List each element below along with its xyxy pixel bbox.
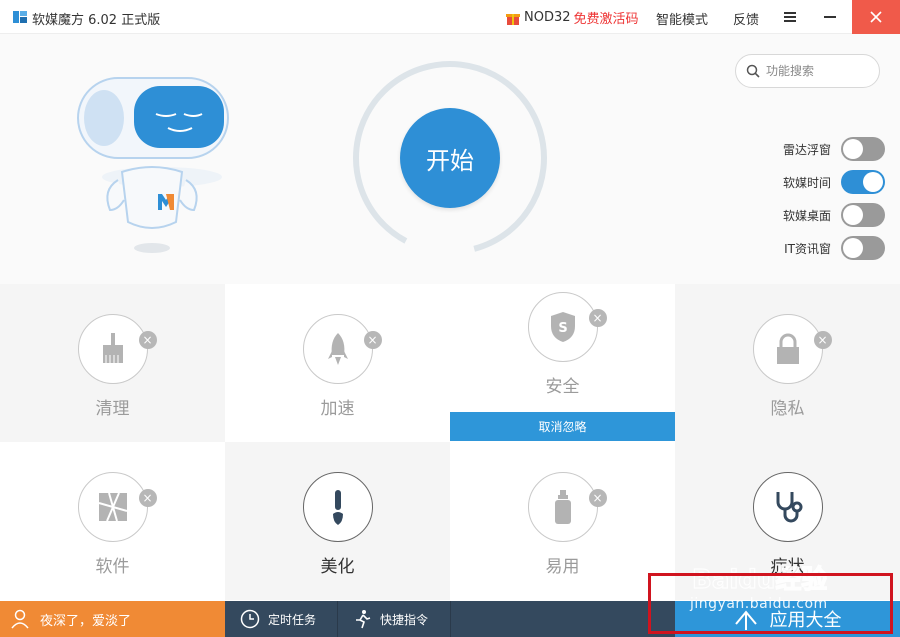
search-input[interactable] (766, 64, 866, 78)
mascot-robot-image (77, 77, 229, 253)
tile-speedup[interactable]: × 加速 (225, 284, 450, 442)
ignore-badge-icon[interactable]: × (363, 331, 382, 349)
rocket-icon (327, 333, 348, 365)
bottom-divider (450, 601, 451, 637)
toggle-label-itnews: IT资讯窗 (784, 241, 831, 256)
tile-privacy[interactable]: × 隐私 (675, 284, 900, 442)
tile-label: 安全 (545, 377, 580, 397)
svg-text:S: S (558, 321, 567, 336)
menu-icon[interactable] (773, 0, 807, 34)
tile-label: 症状 (770, 557, 805, 577)
toggle-row-time: 软媒时间 (760, 169, 885, 195)
start-button[interactable]: 开始 (400, 108, 500, 208)
tile-software[interactable]: × 软件 (0, 442, 225, 600)
ruanmei-time-toggle[interactable] (841, 170, 885, 194)
user-icon (11, 609, 29, 629)
tile-cleanup[interactable]: × 清理 (0, 284, 225, 442)
user-profile-button[interactable]: 夜深了，爱淡了 (0, 601, 225, 637)
function-search[interactable] (735, 54, 880, 88)
minimize-icon[interactable] (813, 0, 847, 34)
it-news-window-toggle[interactable] (841, 236, 885, 260)
toggle-row-radar: 雷达浮窗 (760, 136, 885, 162)
bottom-bar: 夜深了，爱淡了 定时任务 快捷指令 应用大全 (0, 601, 900, 637)
feedback-button[interactable]: 反馈 (733, 9, 759, 28)
toggle-label-time: 软媒时间 (782, 175, 831, 190)
nod32-promo-link[interactable]: NOD32 免费激活码 (505, 8, 639, 27)
close-icon[interactable] (852, 0, 900, 34)
cancel-ignore-button[interactable]: 取消忽略 (450, 412, 675, 441)
tile-label: 美化 (320, 557, 355, 577)
promo-free-code: 免费激活码 (573, 12, 639, 27)
bottle-icon (554, 490, 571, 524)
lock-icon (776, 333, 799, 364)
smart-mode-button[interactable]: 智能模式 (656, 9, 708, 28)
scheduled-tasks-button[interactable]: 定时任务 (240, 601, 316, 637)
radar-window-toggle[interactable] (841, 137, 885, 161)
arrow-up-icon (734, 610, 757, 630)
tile-symptoms[interactable]: 症状 (675, 442, 900, 600)
app-logo-icon (13, 11, 27, 23)
ignore-badge-icon[interactable]: × (813, 331, 832, 349)
aperture-icon (98, 492, 127, 522)
scheduled-tasks-label: 定时任务 (268, 612, 317, 627)
broom-icon (102, 333, 123, 363)
ignore-badge-icon[interactable]: × (588, 309, 607, 327)
tile-beautify[interactable]: 美化 (225, 442, 450, 600)
greeting-text: 夜深了，爱淡了 (40, 613, 132, 629)
tile-usability[interactable]: × 易用 (450, 442, 675, 600)
toggle-row-itnews: IT资讯窗 (760, 235, 885, 261)
gift-icon (506, 13, 520, 25)
ignore-badge-icon[interactable]: × (588, 489, 607, 507)
app-center-button[interactable]: 应用大全 (675, 601, 900, 637)
shield-icon: S (550, 312, 575, 342)
brush-icon (332, 490, 343, 525)
ruanmei-desktop-toggle[interactable] (841, 203, 885, 227)
quick-commands-button[interactable]: 快捷指令 (354, 601, 428, 637)
tile-label: 隐私 (770, 399, 805, 419)
toggle-row-desktop: 软媒桌面 (760, 202, 885, 228)
tile-label: 软件 (95, 557, 130, 577)
toggle-label-radar: 雷达浮窗 (782, 142, 831, 157)
toggle-label-desktop: 软媒桌面 (782, 208, 831, 223)
bottom-divider (337, 601, 338, 637)
quick-commands-label: 快捷指令 (380, 612, 429, 627)
search-icon (746, 64, 760, 78)
tile-label: 加速 (320, 399, 355, 419)
tile-label: 易用 (545, 557, 580, 577)
ignore-badge-icon[interactable]: × (138, 489, 157, 507)
app-center-label: 应用大全 (769, 610, 842, 631)
title-bar: 软媒魔方 6.02 正式版 NOD32 免费激活码 智能模式 反馈 (0, 0, 900, 34)
ignore-badge-icon[interactable]: × (138, 331, 157, 349)
stethoscope-icon (776, 492, 802, 523)
clock-icon (240, 609, 260, 629)
tile-label: 清理 (95, 399, 130, 419)
app-title: 软媒魔方 6.02 正式版 (32, 13, 161, 28)
running-man-icon (356, 610, 371, 629)
promo-nod32: NOD32 (524, 10, 571, 25)
